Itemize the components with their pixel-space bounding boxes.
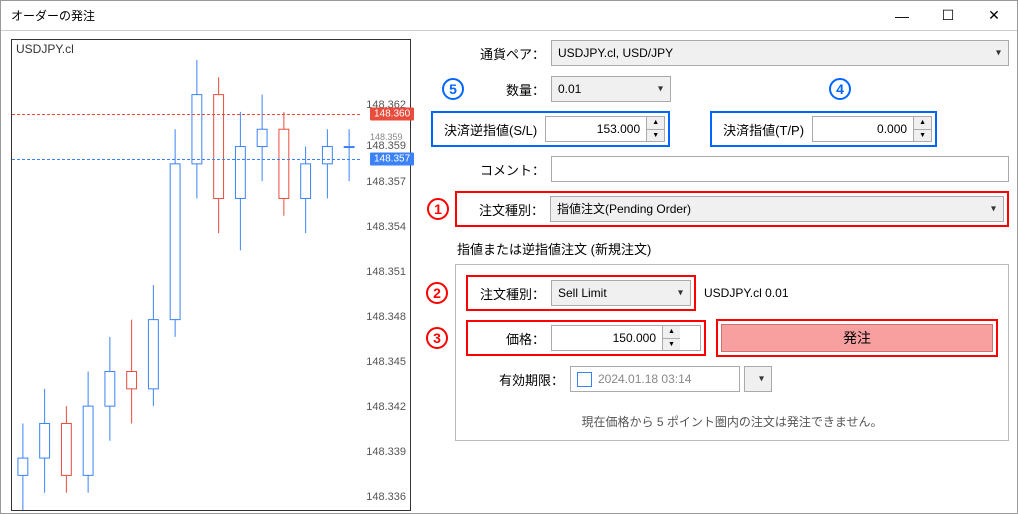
expiry-value: 2024.01.18 03:14 (598, 372, 691, 386)
pair-label: 通貨ペア： (421, 44, 551, 63)
order-class-group: 注文種別： 指値注文(Pending Order) (455, 191, 1009, 227)
annotation-3: 3 (426, 327, 448, 349)
close-button[interactable]: ✕ (971, 1, 1017, 31)
comment-input[interactable] (551, 156, 1009, 182)
sl-tp-row: 決済逆指値(S/L) ▲ ▼ 決済指値(T/P) ▲ (421, 111, 1009, 147)
annotation-5: 5 (442, 78, 464, 100)
order-class-select[interactable]: 指値注文(Pending Order) (550, 196, 1004, 222)
sl-spinner: ▲ ▼ (646, 117, 664, 141)
tp-group: 決済指値(T/P) ▲ ▼ (710, 111, 937, 147)
submit-button[interactable]: 発注 (721, 324, 993, 352)
volume-select[interactable]: 0.01 (551, 76, 671, 102)
pending-type-label: 注文種別： (471, 284, 551, 303)
annotation-4: 4 (829, 78, 851, 100)
sl-group: 決済逆指値(S/L) ▲ ▼ (431, 111, 670, 147)
sl-input-wrap: ▲ ▼ (545, 116, 665, 142)
pending-price-group: 価格： ▲ ▼ (466, 320, 706, 356)
comment-row: コメント： (421, 155, 1009, 183)
sl-spin-down[interactable]: ▼ (647, 130, 664, 142)
annotation-1: 1 (427, 198, 449, 220)
sl-label: 決済逆指値(S/L) (436, 120, 545, 139)
chart-panel: USDJPY.cl 148.362 148.359 148.357 148.35… (11, 39, 411, 511)
volume-row: 5 数量： 0.01 4 (421, 75, 1009, 103)
pair-row: 通貨ペア： USDJPY.cl, USD/JPY (421, 39, 1009, 67)
expiry-row: 有効期限： 2024.01.18 03:14 (466, 365, 998, 393)
window-title: オーダーの発注 (1, 7, 95, 24)
pending-price-input[interactable] (552, 326, 662, 350)
tp-spinner: ▲ ▼ (913, 117, 931, 141)
expiry-input[interactable]: 2024.01.18 03:14 (570, 366, 740, 392)
sl-input[interactable] (546, 117, 646, 141)
pending-type-row: 2 注文種別： Sell Limit USDJPY.cl 0.01 (466, 275, 998, 311)
order-class-row: 1 注文種別： 指値注文(Pending Order) (421, 191, 1009, 227)
pair-select[interactable]: USDJPY.cl, USD/JPY (551, 40, 1009, 66)
expiry-checkbox[interactable] (577, 372, 592, 387)
pending-symbol-info: USDJPY.cl 0.01 (704, 286, 789, 300)
chart-symbol-label: USDJPY.cl (16, 42, 74, 56)
bid-line (12, 159, 360, 160)
form-panel: 通貨ペア： USDJPY.cl, USD/JPY 5 数量： 0.01 (421, 39, 1009, 505)
minimize-button[interactable]: — (879, 1, 925, 31)
pending-type-select[interactable]: Sell Limit (551, 280, 691, 306)
chart-area (12, 60, 360, 510)
comment-label: コメント： (421, 160, 551, 179)
pending-legend: 指値または逆指値注文 (新規注文) (457, 242, 651, 257)
chart-candles (12, 60, 360, 510)
order-class-label: 注文種別： (460, 200, 550, 219)
bid-price-tag: 148.357 (370, 153, 414, 166)
pending-price-input-wrap: ▲ ▼ (551, 325, 701, 351)
price-spin-down[interactable]: ▼ (663, 339, 680, 351)
titlebar: オーダーの発注 — ☐ ✕ (1, 1, 1017, 31)
mid-price-tag: 148.359 (370, 132, 403, 142)
sl-spin-up[interactable]: ▲ (647, 117, 664, 130)
ask-line (12, 114, 360, 115)
pending-type-group: 注文種別： Sell Limit (466, 275, 696, 311)
expiry-label: 有効期限： (466, 370, 570, 389)
ask-price-tag: 148.360 (370, 108, 414, 121)
pending-fieldset: 2 注文種別： Sell Limit USDJPY.cl 0.01 (455, 264, 1009, 441)
content-area: USDJPY.cl 148.362 148.359 148.357 148.35… (1, 31, 1017, 513)
order-window: オーダーの発注 — ☐ ✕ USDJPY.cl 148.362 148.359 … (0, 0, 1018, 514)
titlebar-controls: — ☐ ✕ (879, 1, 1017, 31)
tp-input-wrap: ▲ ▼ (812, 116, 932, 142)
pending-price-row: 3 価格： ▲ ▼ (466, 319, 998, 357)
tp-spin-down[interactable]: ▼ (914, 130, 931, 142)
pending-price-label: 価格： (471, 329, 551, 348)
pending-price-spinner: ▲ ▼ (662, 326, 680, 350)
tp-label: 決済指値(T/P) (715, 120, 812, 139)
price-spin-up[interactable]: ▲ (663, 326, 680, 339)
tp-spin-up[interactable]: ▲ (914, 117, 931, 130)
volume-label: 数量： (485, 80, 551, 99)
tp-input[interactable] (813, 117, 913, 141)
info-text: 現在価格から 5 ポイント圏内の注文は発注できません。 (466, 413, 998, 430)
annotation-2: 2 (426, 282, 448, 304)
price-tags: 148.360 148.359 148.357 (360, 60, 415, 510)
pending-submit-group: 発注 (716, 319, 998, 357)
expiry-dropdown[interactable] (744, 366, 772, 392)
maximize-button[interactable]: ☐ (925, 1, 971, 31)
